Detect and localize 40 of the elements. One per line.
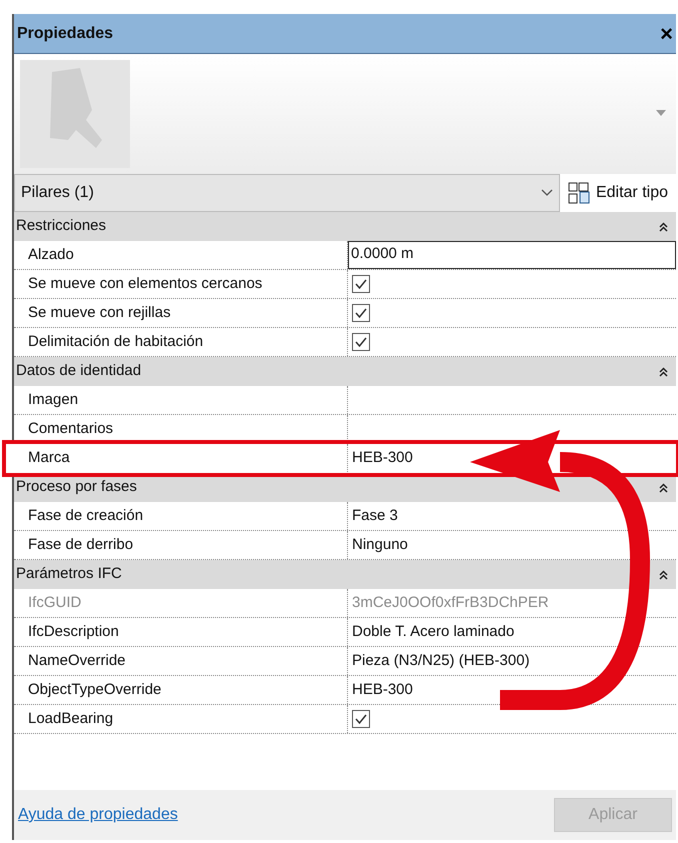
property-label: Marca — [27, 448, 71, 468]
property-row[interactable]: Imagen — [14, 386, 676, 415]
property-row[interactable]: NameOverride Pieza (N3/N25) (HEB-300) — [14, 647, 676, 676]
property-label: IfcDescription — [27, 622, 120, 642]
property-value: Ninguno — [351, 536, 408, 553]
property-label: Imagen — [27, 390, 80, 410]
property-label: Comentarios — [27, 419, 114, 439]
property-value: HEB-300 — [351, 449, 413, 466]
property-label: Fase de derribo — [27, 535, 134, 555]
property-value: Fase 3 — [351, 507, 398, 524]
group-header[interactable]: Parámetros IFC — [14, 560, 676, 589]
property-label: NameOverride — [27, 651, 127, 671]
property-label: LoadBearing — [27, 709, 114, 729]
property-label: Se mueve con elementos cercanos — [27, 274, 264, 294]
property-row[interactable]: IfcDescription Doble T. Acero laminado — [14, 618, 676, 647]
property-label: Se mueve con rejillas — [27, 303, 172, 323]
property-label: ObjectTypeOverride — [27, 680, 162, 700]
property-label: Delimitación de habitación — [27, 332, 204, 352]
property-row[interactable]: Alzado 0.0000 m — [14, 241, 676, 270]
group-header[interactable]: Restricciones — [14, 212, 676, 241]
group-header[interactable]: Datos de identidad — [14, 357, 676, 386]
window-title: Propiedades — [17, 24, 114, 44]
property-row[interactable]: Se mueve con elementos cercanos — [14, 270, 676, 299]
property-value: Doble T. Acero laminado — [351, 623, 514, 640]
property-label: Fase de creación — [27, 506, 144, 526]
property-label: IfcGUID — [27, 593, 82, 613]
property-row[interactable]: ObjectTypeOverride HEB-300 — [14, 676, 676, 705]
apply-button: Aplicar — [554, 798, 672, 832]
type-selector[interactable]: Pilares (1) — [14, 174, 560, 212]
close-button[interactable]: × — [660, 22, 673, 44]
property-value: HEB-300 — [351, 681, 413, 698]
help-link[interactable]: Ayuda de propiedades — [18, 803, 178, 827]
property-label: Alzado — [27, 245, 75, 265]
property-value: 3mCeJ0OOf0xfFrB3DChPER — [351, 594, 549, 611]
property-row[interactable]: Se mueve con rejillas — [14, 299, 676, 328]
edit-type-button[interactable]: Editar tipo — [560, 174, 676, 212]
property-value: Pieza (N3/N25) (HEB-300) — [351, 652, 530, 669]
property-row[interactable]: Fase de creación Fase 3 — [14, 502, 676, 531]
property-row[interactable]: LoadBearing — [14, 705, 676, 734]
value-field[interactable]: 0.0000 m — [348, 241, 676, 269]
